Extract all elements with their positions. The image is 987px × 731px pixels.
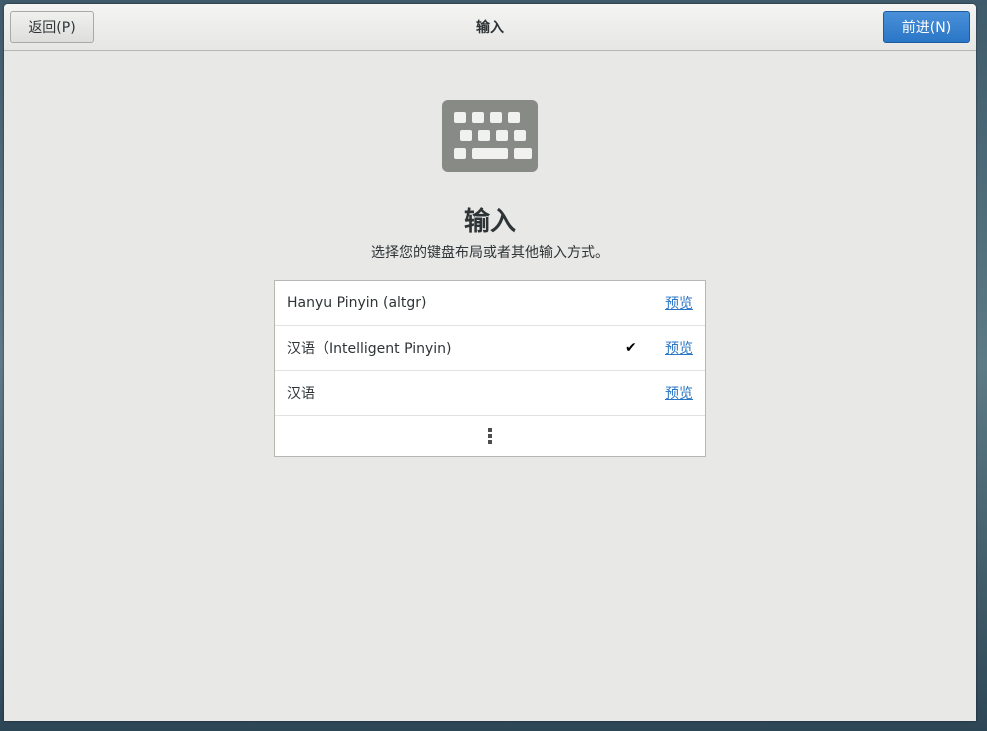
header-bar: 返回(P) 输入 前进(N) (4, 4, 976, 51)
input-source-label: 汉语 (287, 386, 315, 402)
setup-window: 返回(P) 输入 前进(N) 输入 选择您的键盘布局或者其他输入方式。 Hany… (4, 4, 976, 721)
input-source-row[interactable]: Hanyu Pinyin (altgr) 预览 (275, 281, 705, 326)
checkmark-icon: ✔ (625, 340, 637, 356)
more-sources-row[interactable] (275, 416, 705, 456)
more-vertical-icon (488, 428, 492, 445)
preview-link[interactable]: 预览 (665, 371, 693, 415)
page-heading: 输入 (463, 207, 516, 237)
window-title: 输入 (476, 20, 504, 36)
input-source-list: Hanyu Pinyin (altgr) 预览 汉语（Intelligent P… (274, 280, 706, 457)
input-source-label: Hanyu Pinyin (altgr) (287, 295, 427, 311)
input-source-row[interactable]: 汉语（Intelligent Pinyin) ✔ 预览 (275, 326, 705, 371)
keyboard-icon (442, 100, 538, 172)
input-source-label: 汉语（Intelligent Pinyin) (287, 341, 452, 357)
preview-link[interactable]: 预览 (665, 281, 693, 325)
preview-link[interactable]: 预览 (665, 326, 693, 370)
next-button[interactable]: 前进(N) (883, 11, 970, 43)
page-subtitle: 选择您的键盘布局或者其他输入方式。 (371, 245, 609, 261)
input-source-row[interactable]: 汉语 预览 (275, 371, 705, 416)
